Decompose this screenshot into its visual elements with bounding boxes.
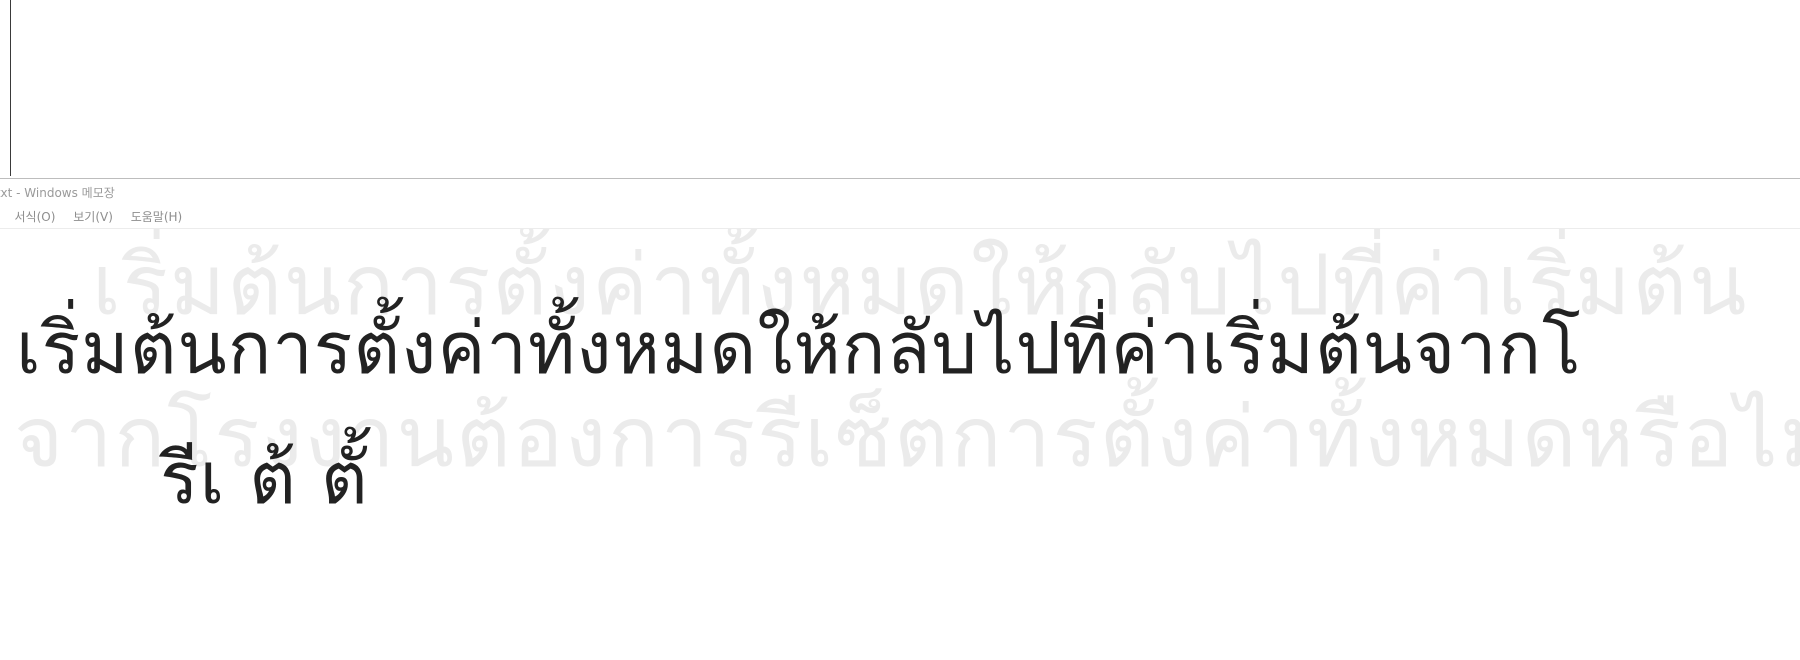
overlay-text-line-1: เริ่มต้นการตั้งค่าทั้งหมดให้กลับไปที่ค่า… bbox=[16, 306, 1582, 390]
menu-item-format[interactable]: 서식(O) bbox=[15, 205, 56, 229]
window-title: .txt - Windows 메모장 bbox=[0, 186, 115, 200]
menu-item-view[interactable]: 보기(V) bbox=[73, 205, 113, 229]
menu-bar: ) 서식(O) 보기(V) 도움말(H) bbox=[0, 205, 196, 229]
screen: .txt - Windows 메모장 ) 서식(O) 보기(V) 도움말(H) … bbox=[0, 0, 1800, 660]
background-window bbox=[0, 0, 1800, 179]
overlay-text-line-2: รีเ ต้ ตั้ bbox=[160, 436, 369, 520]
menu-item-help[interactable]: 도움말(H) bbox=[131, 205, 183, 229]
window-left-edge bbox=[10, 0, 11, 176]
